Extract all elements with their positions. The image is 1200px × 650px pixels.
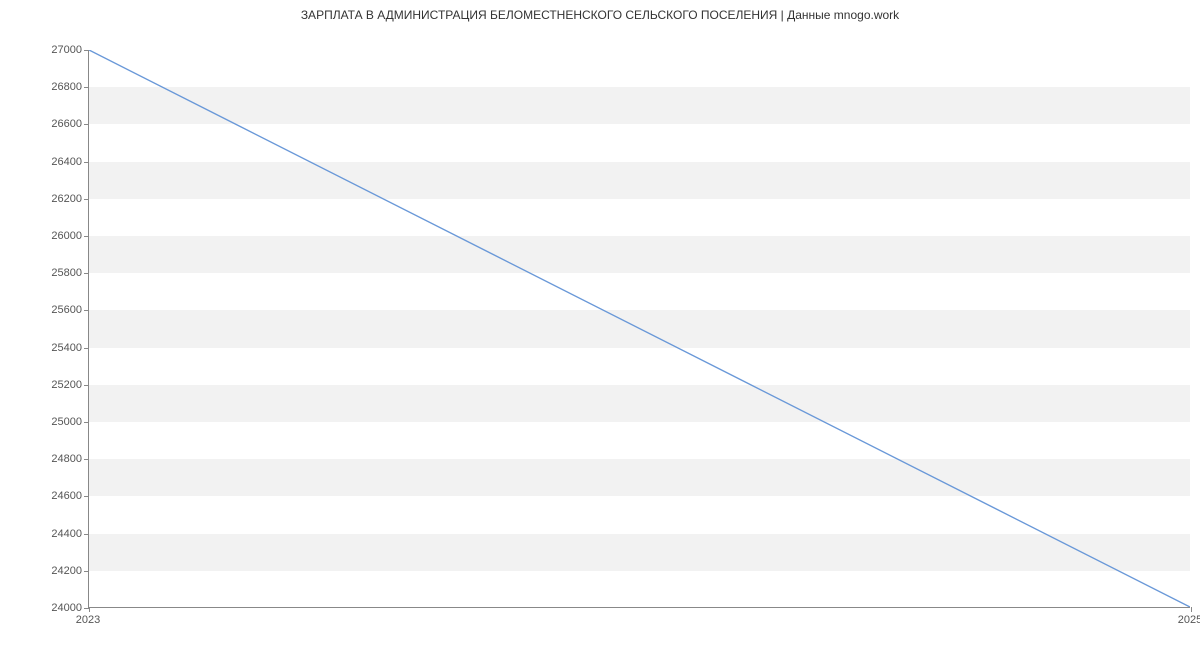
grid-band bbox=[89, 534, 1190, 571]
grid-band bbox=[89, 162, 1190, 199]
grid-band bbox=[89, 385, 1190, 422]
x-tick-mark bbox=[1191, 607, 1192, 612]
y-tick-label: 26800 bbox=[51, 81, 82, 93]
y-tick-label: 27000 bbox=[51, 44, 82, 56]
y-tick-label: 24800 bbox=[51, 453, 82, 465]
y-tick-mark bbox=[84, 273, 89, 274]
y-tick-mark bbox=[84, 571, 89, 572]
y-tick-mark bbox=[84, 534, 89, 535]
y-tick-mark bbox=[84, 162, 89, 163]
chart-title: ЗАРПЛАТА В АДМИНИСТРАЦИЯ БЕЛОМЕСТНЕНСКОГ… bbox=[0, 8, 1200, 22]
grid-band bbox=[89, 310, 1190, 347]
y-tick-label: 26400 bbox=[51, 156, 82, 168]
y-tick-mark bbox=[84, 422, 89, 423]
y-tick-label: 25200 bbox=[51, 379, 82, 391]
y-tick-mark bbox=[84, 124, 89, 125]
y-tick-mark bbox=[84, 348, 89, 349]
y-tick-label: 25400 bbox=[51, 342, 82, 354]
y-tick-label: 26200 bbox=[51, 193, 82, 205]
y-tick-mark bbox=[84, 87, 89, 88]
chart-container: ЗАРПЛАТА В АДМИНИСТРАЦИЯ БЕЛОМЕСТНЕНСКОГ… bbox=[0, 0, 1200, 650]
y-tick-mark bbox=[84, 50, 89, 51]
y-tick-label: 26000 bbox=[51, 230, 82, 242]
grid-band bbox=[89, 87, 1190, 124]
y-tick-label: 25800 bbox=[51, 267, 82, 279]
grid-band bbox=[89, 236, 1190, 273]
x-tick-mark bbox=[89, 607, 90, 612]
y-tick-mark bbox=[84, 496, 89, 497]
y-tick-label: 24000 bbox=[51, 602, 82, 614]
y-tick-mark bbox=[84, 385, 89, 386]
y-tick-mark bbox=[84, 459, 89, 460]
x-tick-label: 2023 bbox=[76, 614, 100, 626]
grid-band bbox=[89, 459, 1190, 496]
plot-area bbox=[88, 50, 1190, 608]
y-tick-label: 24400 bbox=[51, 528, 82, 540]
y-tick-label: 25600 bbox=[51, 304, 82, 316]
y-tick-label: 24600 bbox=[51, 490, 82, 502]
x-tick-label: 2025 bbox=[1178, 614, 1200, 626]
y-tick-label: 26600 bbox=[51, 118, 82, 130]
y-tick-label: 25000 bbox=[51, 416, 82, 428]
y-tick-mark bbox=[84, 236, 89, 237]
y-tick-label: 24200 bbox=[51, 565, 82, 577]
y-tick-mark bbox=[84, 310, 89, 311]
y-tick-mark bbox=[84, 199, 89, 200]
